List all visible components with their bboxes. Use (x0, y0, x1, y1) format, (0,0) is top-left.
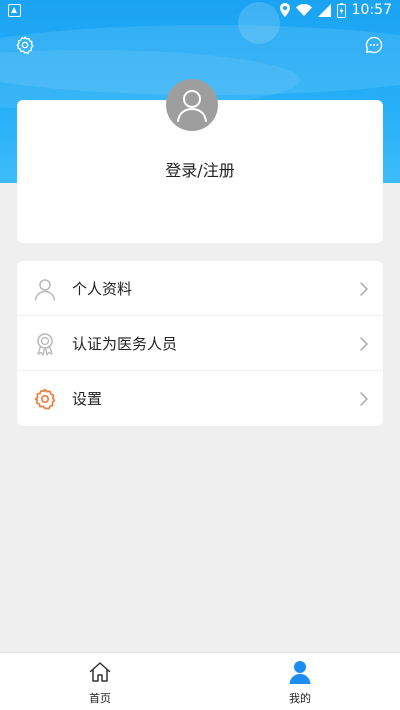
status-bar: 10:57 (0, 0, 400, 24)
tab-home-label: 首页 (89, 692, 111, 705)
menu-item-label: 认证为医务人员 (72, 334, 178, 353)
menu-item-settings[interactable]: 设置 (17, 371, 383, 426)
menu-item-label: 设置 (72, 390, 103, 408)
default-avatar-icon (177, 90, 207, 122)
menu-list: 个人资料 认证为医务人员 设置 (17, 261, 383, 426)
app-notification-icon (8, 4, 21, 17)
chevron-right-icon (360, 337, 368, 351)
chevron-right-icon (360, 392, 368, 406)
chat-bubble-icon[interactable] (364, 35, 384, 55)
gear-icon (34, 388, 56, 410)
wifi-icon (295, 4, 312, 16)
login-register-link[interactable]: 登录/注册 (17, 157, 383, 181)
tab-mine-label: 我的 (289, 692, 311, 705)
tab-mine[interactable]: 我的 (200, 653, 400, 710)
tab-home[interactable]: 首页 (0, 653, 200, 710)
person-icon (34, 279, 56, 301)
signal-icon (317, 3, 331, 17)
menu-item-label: 个人资料 (72, 279, 133, 298)
chevron-right-icon (360, 282, 368, 296)
menu-item-profile[interactable]: 个人资料 (17, 261, 383, 316)
home-icon (89, 662, 111, 682)
status-time: 10:57 (351, 2, 392, 18)
badge-icon (37, 333, 53, 356)
avatar[interactable] (166, 79, 218, 131)
gear-icon[interactable] (15, 35, 35, 55)
person-icon (289, 661, 311, 684)
bottom-tab-bar: 首页 我的 (0, 652, 400, 710)
menu-item-certify[interactable]: 认证为医务人员 (17, 316, 383, 371)
location-icon (279, 3, 290, 17)
battery-icon (336, 2, 346, 18)
